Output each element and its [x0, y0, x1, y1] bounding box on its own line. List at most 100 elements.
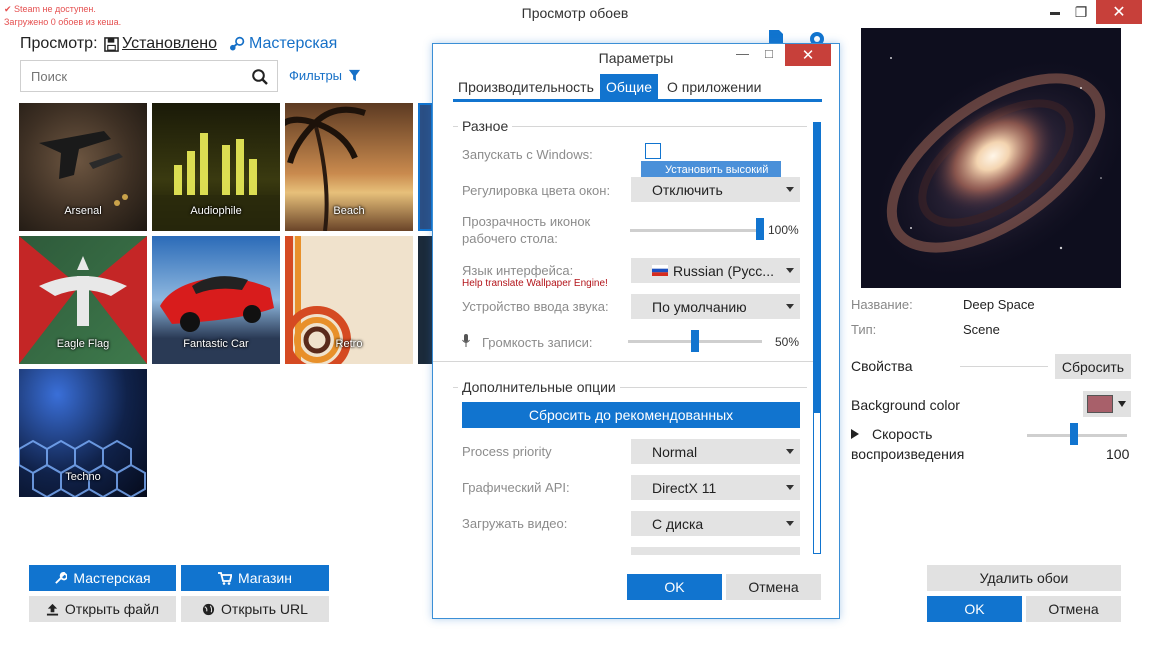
- background-color-label: Background color: [851, 397, 960, 413]
- open-url-button-label: Открыть URL: [221, 601, 308, 617]
- store-button-label: Магазин: [237, 570, 292, 586]
- restore-button[interactable]: ❐: [1066, 0, 1096, 24]
- tile-label: Arsenal: [64, 205, 102, 217]
- record-volume-thumb[interactable]: [691, 330, 699, 352]
- playback-speed-label: Скорость: [872, 426, 933, 442]
- record-volume-value: 50%: [775, 335, 800, 349]
- ok-button-label: OK: [964, 601, 985, 617]
- wallpaper-tile[interactable]: Fantastic Car: [152, 236, 280, 364]
- chevron-down-icon: [786, 449, 794, 454]
- search-icon[interactable]: [251, 68, 269, 86]
- language-value: Russian (Русс...: [673, 262, 774, 279]
- filter-icon: [348, 69, 361, 82]
- wallpaper-tile[interactable]: Audiophile: [152, 103, 280, 231]
- open-file-button[interactable]: Открыть файл: [29, 596, 176, 622]
- chevron-down-icon: [786, 485, 794, 490]
- close-icon: ✕: [1112, 4, 1126, 21]
- window-title: Просмотр обоев: [521, 5, 629, 21]
- file-icon[interactable]: [768, 30, 784, 44]
- wallpaper-tile[interactable]: Techno: [19, 369, 147, 497]
- wallpaper-tile[interactable]: Arsenal: [19, 103, 147, 231]
- restore-icon: ❐: [1074, 3, 1088, 20]
- record-volume-label: Громкость записи:: [482, 335, 593, 350]
- load-video-select[interactable]: С диска: [631, 511, 800, 536]
- icon-transparency-thumb[interactable]: [756, 218, 764, 240]
- view-label: Просмотр:: [20, 35, 98, 52]
- store-button[interactable]: Магазин: [181, 565, 329, 591]
- dialog-close-button[interactable]: ✕: [785, 44, 831, 66]
- language-label: Язык интерфейса:: [462, 263, 574, 278]
- tab-performance[interactable]: Производительность: [452, 74, 600, 99]
- upload-icon: [46, 603, 58, 616]
- icon-transparency-track[interactable]: [630, 229, 760, 232]
- tile-label: Audiophile: [190, 205, 242, 217]
- filters-link[interactable]: Фильтры: [289, 68, 361, 83]
- playback-speed-label-2: воспроизведения: [851, 446, 965, 462]
- cancel-button[interactable]: Отмена: [1026, 596, 1121, 622]
- russia-flag-icon: [652, 265, 668, 276]
- window-color-value: Отключить: [652, 181, 723, 198]
- tooltip-text: Установить высокий: [665, 163, 769, 176]
- globe-icon: [202, 603, 215, 615]
- wallpaper-tile[interactable]: Beach: [285, 103, 413, 231]
- audio-device-select[interactable]: По умолчанию: [631, 294, 800, 319]
- reset-recommended-button[interactable]: Сбросить до рекомендованных: [462, 402, 800, 428]
- section-divider: [433, 361, 813, 362]
- tab-workshop-label: Мастерская: [249, 35, 338, 52]
- icon-transparency-label: Прозрачность иконок: [462, 214, 591, 229]
- dialog-minimize-button[interactable]: —: [736, 46, 749, 61]
- translate-link[interactable]: Help translate Wallpaper Engine!: [462, 278, 608, 289]
- tab-workshop[interactable]: Мастерская: [228, 35, 337, 53]
- dialog-cancel-label: Отмена: [748, 579, 799, 595]
- icon-transparency-value: 100%: [768, 223, 799, 237]
- open-url-button[interactable]: Открыть URL: [181, 596, 329, 622]
- load-video-label: Загружать видео:: [462, 516, 568, 531]
- tooltip: Установить высокий: [641, 161, 781, 178]
- chevron-down-icon: [786, 187, 794, 192]
- dialog-ok-button[interactable]: OK: [627, 574, 722, 600]
- tab-installed[interactable]: Установлено: [104, 35, 217, 53]
- delete-wallpaper-label: Удалить обои: [979, 570, 1069, 586]
- dialog-cancel-button[interactable]: Отмена: [726, 574, 821, 600]
- audio-device-value: По умолчанию: [652, 298, 747, 315]
- wallpaper-tile[interactable]: [418, 103, 433, 231]
- tab-about[interactable]: О приложении: [661, 74, 767, 99]
- dialog-scrollbar[interactable]: [813, 122, 821, 554]
- playback-speed-thumb[interactable]: [1070, 423, 1078, 445]
- reset-recommended-label: Сбросить до рекомендованных: [528, 407, 734, 423]
- name-value: Deep Space: [963, 297, 1035, 312]
- search-input[interactable]: [31, 69, 241, 84]
- advanced-group-title: Дополнительные опции: [458, 379, 620, 395]
- gear-icon[interactable]: [808, 30, 826, 44]
- language-select[interactable]: Russian (Русс...: [631, 258, 800, 283]
- search-box[interactable]: [20, 60, 278, 92]
- wallpaper-tile[interactable]: Retro: [285, 236, 413, 364]
- wallpaper-tile[interactable]: [418, 236, 433, 364]
- start-with-windows-checkbox[interactable]: [645, 143, 661, 159]
- tile-label: Retro: [335, 338, 363, 350]
- close-button[interactable]: ✕: [1096, 0, 1142, 24]
- wallpaper-tile[interactable]: Eagle Flag: [19, 236, 147, 364]
- delete-wallpaper-button[interactable]: Удалить обои: [927, 565, 1121, 591]
- workshop-button[interactable]: Мастерская: [29, 565, 176, 591]
- tab-performance-label: Производительность: [458, 78, 594, 95]
- close-icon: ✕: [801, 47, 815, 64]
- type-value: Scene: [963, 322, 1000, 337]
- reset-properties-button[interactable]: Сбросить: [1055, 354, 1131, 379]
- graphics-api-select[interactable]: DirectX 11: [631, 475, 800, 500]
- process-priority-value: Normal: [652, 443, 698, 460]
- process-priority-select[interactable]: Normal: [631, 439, 800, 464]
- expand-arrow-icon[interactable]: [851, 429, 859, 439]
- tab-general[interactable]: Общие: [600, 74, 659, 99]
- dialog-restore-button[interactable]: □: [765, 46, 773, 61]
- dialog-scrollbar-thumb[interactable]: [814, 123, 820, 413]
- background-color-picker[interactable]: [1083, 391, 1131, 417]
- ok-button[interactable]: OK: [927, 596, 1022, 622]
- tab-installed-label: Установлено: [122, 35, 217, 52]
- tab-underline: [453, 99, 822, 102]
- window-color-select[interactable]: Отключить: [631, 177, 800, 202]
- cut-off-select: [631, 547, 800, 555]
- color-swatch: [1087, 395, 1113, 413]
- steam-icon: [230, 36, 245, 50]
- process-priority-label: Process priority: [462, 444, 552, 459]
